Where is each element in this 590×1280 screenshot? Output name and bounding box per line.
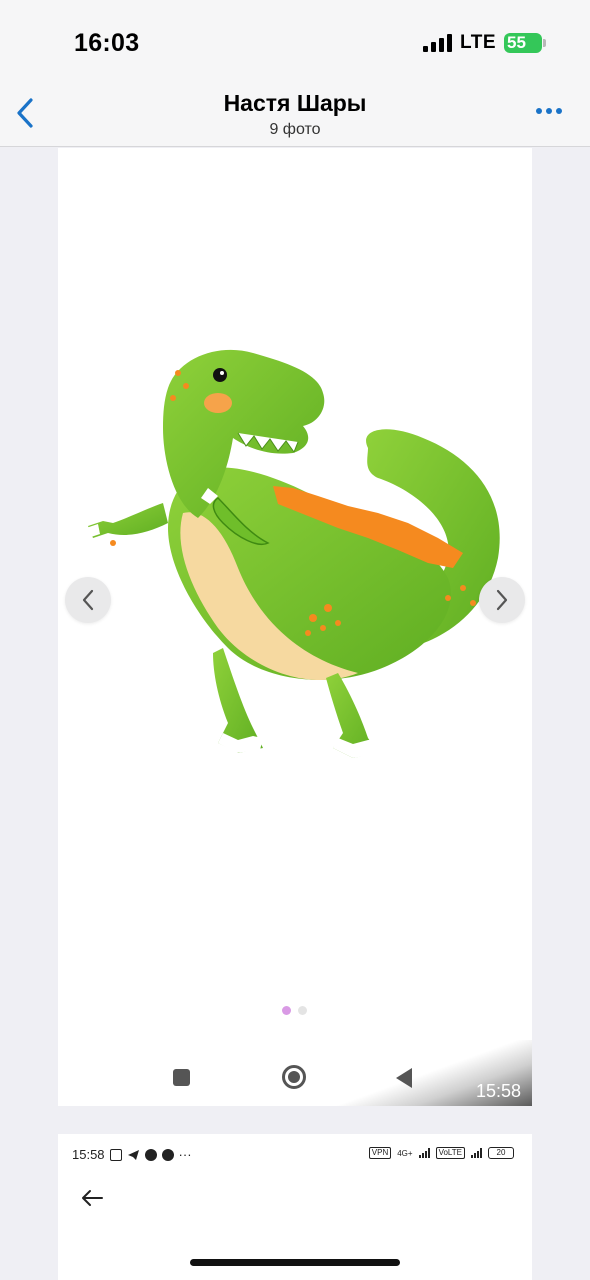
telegram-icon: [127, 1149, 139, 1160]
chevron-right-icon: [496, 589, 508, 611]
home-indicator[interactable]: [190, 1259, 400, 1266]
battery-icon: 20: [488, 1147, 514, 1159]
second-status-right: VPN 4G+ VoLTE 20: [368, 1147, 514, 1159]
triangle-back-icon: [396, 1068, 412, 1088]
embedded-time: 15:58: [475, 1081, 521, 1101]
pager-dot: [298, 1006, 307, 1015]
vpn-badge: VPN: [368, 1147, 392, 1159]
header: Настя Шары 9 фото: [0, 80, 590, 147]
status-indicators: LTE 55: [423, 32, 546, 54]
second-status-left: 15:58 ···: [72, 1147, 192, 1162]
arrow-left-icon[interactable]: [80, 1189, 104, 1207]
app-icon: [161, 1148, 174, 1161]
more-button[interactable]: [536, 108, 562, 114]
page-title: Настя Шары: [223, 90, 367, 116]
pager-dot-active: [282, 1006, 291, 1015]
circle-icon: [282, 1065, 306, 1089]
battery-level: 55: [507, 33, 526, 52]
status-bar: 16:03 LTE 55: [0, 0, 590, 80]
nfc-icon: [109, 1148, 122, 1161]
embedded-android-navbar: 15:58: [58, 1040, 532, 1106]
signal-icon: [471, 1148, 482, 1158]
signal-icon: [418, 1148, 430, 1158]
pager-dots: [282, 1006, 307, 1015]
signal-icon: [423, 34, 453, 52]
status-time: 16:03: [74, 29, 140, 57]
prev-photo-button[interactable]: [65, 577, 111, 623]
second-time: 15:58: [72, 1147, 105, 1162]
more-notifications-icon: ···: [178, 1147, 192, 1162]
photo-viewer[interactable]: [58, 148, 532, 1106]
volte-badge: VoLTE: [435, 1147, 465, 1159]
network-label: 4G+: [397, 1148, 413, 1158]
network-type: LTE: [460, 32, 496, 53]
next-photo-button[interactable]: [479, 577, 525, 623]
photo-count: 9 фото: [269, 121, 321, 138]
square-icon: [173, 1069, 190, 1086]
wb-icon: [144, 1148, 157, 1161]
chevron-left-icon: [82, 589, 94, 611]
dinosaur-balloon-image: [86, 349, 500, 758]
ellipsis-icon: [536, 108, 542, 114]
battery-icon: 55: [504, 33, 546, 53]
